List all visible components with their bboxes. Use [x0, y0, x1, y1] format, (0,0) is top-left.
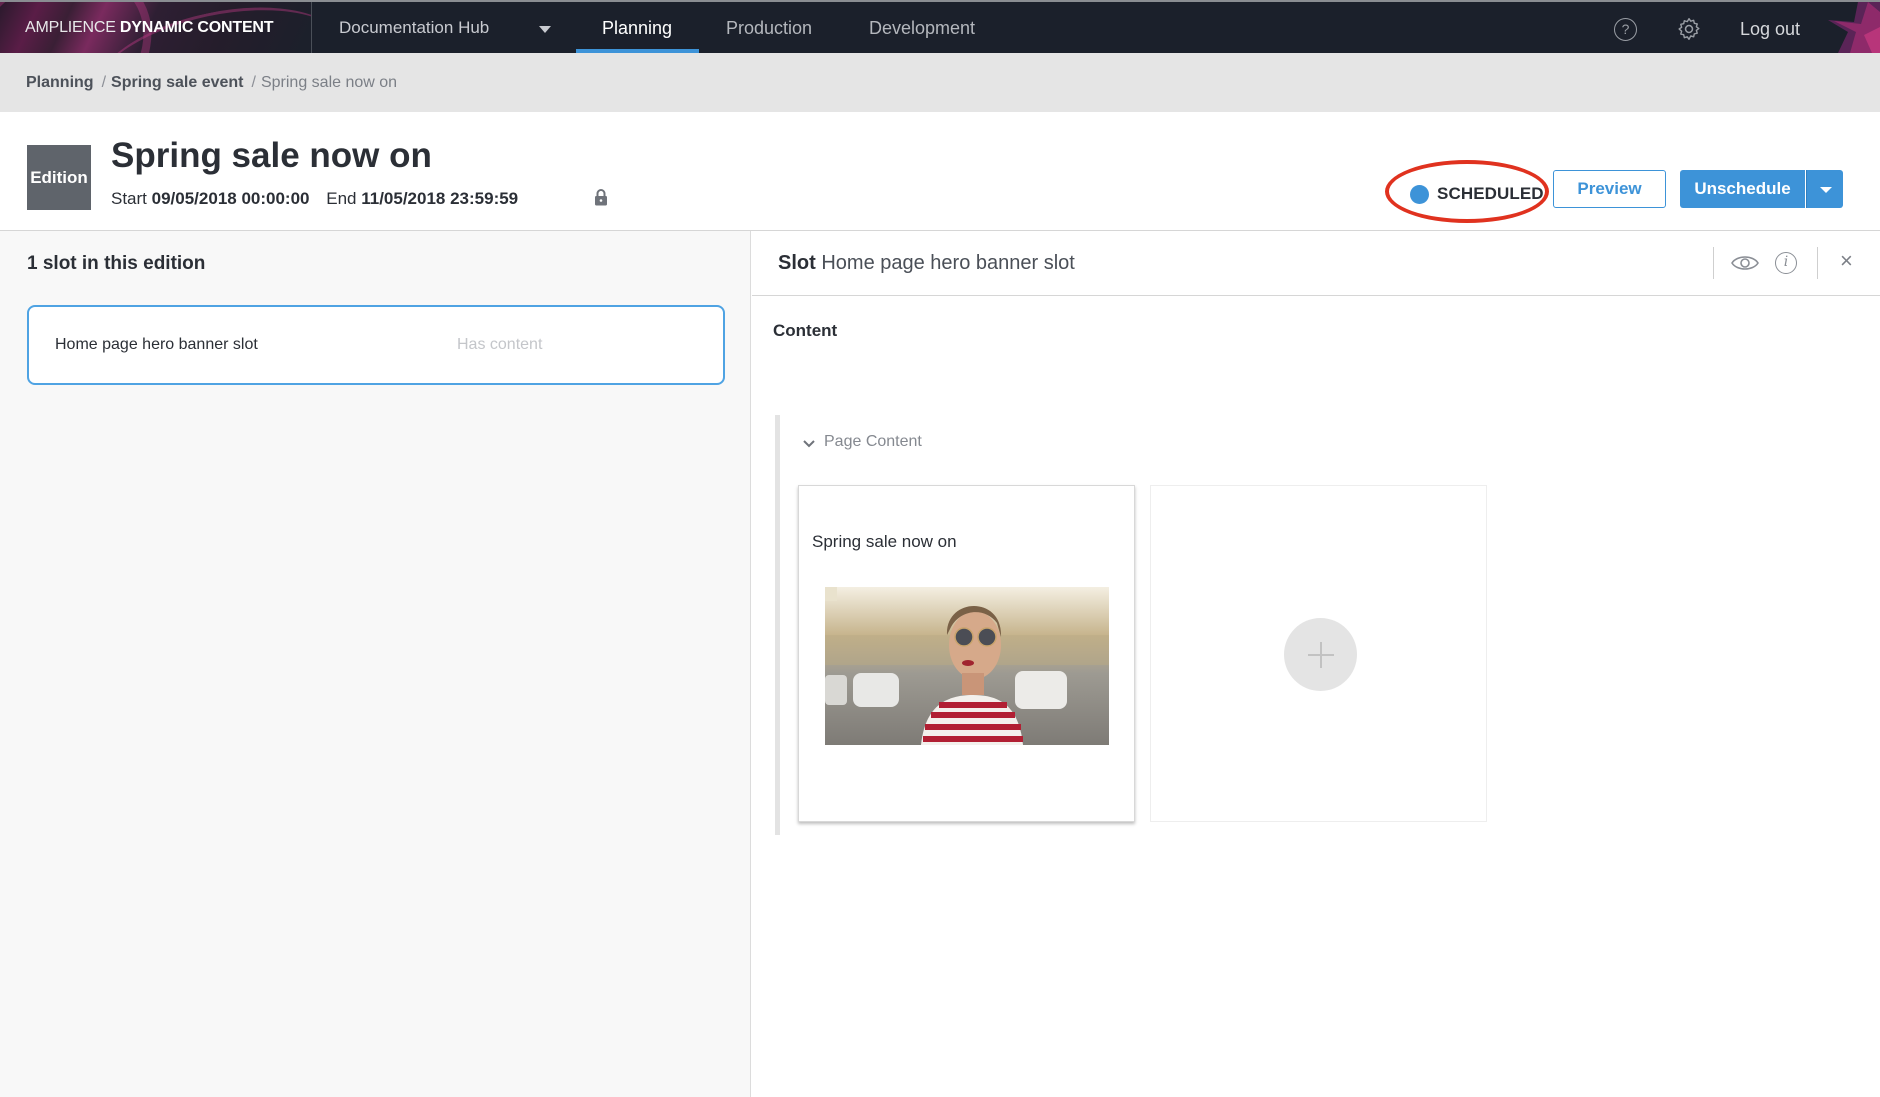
start-value: 09/05/2018 00:00:00 [151, 189, 310, 208]
top-navigation: AMPLIENCE DYNAMIC CONTENT Documentation … [0, 0, 1880, 54]
logout-link[interactable]: Log out [1740, 19, 1800, 40]
status-dot-icon [1410, 185, 1429, 204]
slot-detail-header: Slot Home page hero banner slot i × [752, 231, 1880, 296]
content-item-title: Spring sale now on [812, 532, 957, 551]
breadcrumb-planning[interactable]: Planning [26, 74, 94, 91]
page-content-label[interactable]: Page Content [824, 433, 922, 451]
divider [1817, 247, 1818, 279]
slot-title-name: Home page hero banner slot [821, 252, 1075, 274]
slots-panel: 1 slot in this edition Home page hero ba… [0, 231, 751, 1097]
breadcrumb-separator: / [101, 74, 107, 91]
tab-planning[interactable]: Planning [602, 18, 672, 53]
slot-status: Has content [457, 336, 543, 353]
preview-button[interactable]: Preview [1553, 170, 1666, 208]
slot-detail-title: Slot Home page hero banner slot [778, 252, 1075, 275]
woman-photo-illustration [825, 587, 1109, 745]
tab-development[interactable]: Development [869, 18, 975, 53]
content-item-image [825, 587, 1109, 745]
unschedule-button[interactable]: Unschedule [1680, 170, 1805, 208]
brand-name: AMPLIENCE DYNAMIC CONTENT [25, 19, 274, 37]
breadcrumb-separator: / [251, 74, 256, 91]
close-icon[interactable]: × [1840, 248, 1853, 274]
unschedule-options-button[interactable] [1806, 170, 1843, 208]
hub-dropdown-icon[interactable] [539, 26, 551, 33]
gear-icon[interactable] [1676, 16, 1702, 42]
info-icon[interactable]: i [1775, 252, 1797, 274]
slot-title-prefix: Slot [778, 252, 816, 274]
chevron-down-icon [1820, 187, 1832, 193]
eye-icon[interactable] [1730, 251, 1760, 275]
page-content-group: Page Content Spring sale now on [775, 415, 1675, 835]
add-content-button[interactable] [1284, 618, 1357, 691]
slot-name: Home page hero banner slot [55, 336, 258, 353]
brand-name-bold: DYNAMIC CONTENT [119, 19, 274, 36]
breadcrumb-current: Spring sale now on [260, 74, 398, 91]
chevron-down-icon[interactable] [802, 439, 816, 449]
slot-list-item[interactable]: Home page hero banner slot Has content [27, 305, 725, 385]
tab-production[interactable]: Production [726, 18, 812, 53]
end-label: End [326, 189, 357, 208]
add-content-slot [1150, 485, 1487, 822]
status-badge: SCHEDULED [1385, 160, 1549, 223]
breadcrumb-event[interactable]: Spring sale event [111, 74, 244, 91]
edition-badge: Edition [27, 145, 91, 210]
slot-detail-panel: Slot Home page hero banner slot i × Cont… [752, 231, 1880, 1097]
page-title: Spring sale now on [111, 136, 432, 175]
divider [1713, 247, 1714, 279]
lock-icon [595, 189, 607, 206]
help-icon[interactable]: ? [1614, 18, 1637, 41]
edition-header: Edition Spring sale now on Start 09/05/2… [0, 112, 1880, 231]
brand-logo[interactable]: AMPLIENCE DYNAMIC CONTENT [0, 2, 312, 53]
edition-schedule: Start 09/05/2018 00:00:00 End 11/05/2018… [111, 189, 518, 209]
hub-selector-label[interactable]: Documentation Hub [339, 18, 489, 38]
status-label: SCHEDULED [1437, 184, 1544, 203]
start-label: Start [111, 189, 147, 208]
content-item-card[interactable]: Spring sale now on [798, 485, 1135, 822]
breadcrumb: Planning / Spring sale event / Spring sale n… [0, 53, 1880, 112]
content-label: Content [773, 321, 838, 340]
end-value: 11/05/2018 23:59:59 [361, 189, 519, 208]
brand-name-light: AMPLIENCE [25, 19, 116, 36]
slots-count-heading: 1 slot in this edition [27, 253, 206, 274]
decorative-corner-art [1828, 2, 1880, 53]
